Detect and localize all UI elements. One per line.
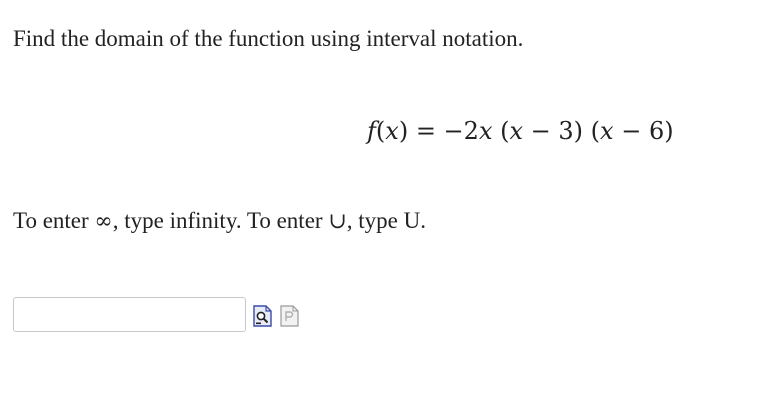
equation-factor-minus-3: − 3) ( <box>523 117 601 145</box>
preview-icon[interactable] <box>253 305 272 327</box>
function-name: f <box>367 117 376 145</box>
instructions-part-1: To enter <box>13 208 95 233</box>
infinity-symbol: ∞ <box>94 209 113 234</box>
answer-input[interactable] <box>13 297 246 332</box>
instructions-part-3: , type U. <box>346 208 426 233</box>
help-icon[interactable] <box>280 305 299 327</box>
union-symbol: ∪ <box>328 209 347 234</box>
equation-variable: x <box>385 117 399 145</box>
function-equation: f(x) = −2x (x − 3) (x − 6) <box>367 115 674 147</box>
instructions-part-2: , type infinity. To enter <box>112 208 329 233</box>
equation-variable: x <box>509 117 524 145</box>
equation-factor-open: ( <box>492 117 510 145</box>
equation-factor-minus-6: − 6) <box>613 117 674 145</box>
entry-instructions: To enter ∞, type infinity. To enter ∪, t… <box>13 206 426 237</box>
equation-variable: x <box>478 117 493 145</box>
equation-equals-coefficient: = −2 <box>408 117 479 145</box>
equation-variable: x <box>600 117 614 145</box>
question-text: Find the domain of the function using in… <box>13 26 524 51</box>
equation-paren-close: ) <box>398 117 409 145</box>
equation-paren-open: ( <box>375 117 386 145</box>
